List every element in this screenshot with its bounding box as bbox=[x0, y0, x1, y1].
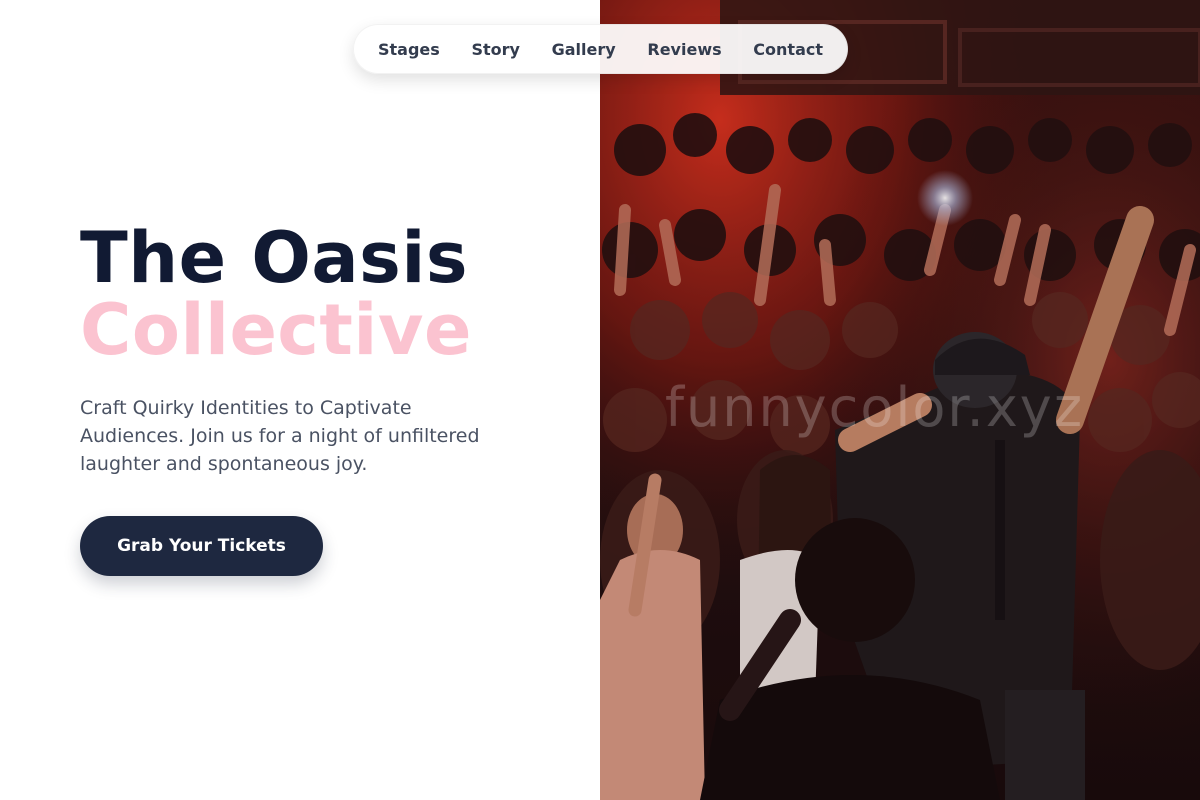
watermark-text: funnycolor.xyz bbox=[665, 376, 1085, 439]
nav-item-gallery[interactable]: Gallery bbox=[552, 40, 616, 59]
hero-title-line1: The Oasis bbox=[80, 217, 468, 299]
hero-title-line2: Collective bbox=[80, 289, 472, 371]
hero-text-block: The Oasis Collective Craft Quirky Identi… bbox=[80, 222, 560, 478]
grab-tickets-button[interactable]: Grab Your Tickets bbox=[80, 516, 323, 576]
nav-item-contact[interactable]: Contact bbox=[753, 40, 823, 59]
hero-subtitle: Craft Quirky Identities to Captivate Aud… bbox=[80, 397, 480, 475]
hero-left-panel: The Oasis Collective Craft Quirky Identi… bbox=[0, 0, 600, 800]
nav-item-reviews[interactable]: Reviews bbox=[647, 40, 721, 59]
nav-item-stages[interactable]: Stages bbox=[378, 40, 440, 59]
nav-item-story[interactable]: Story bbox=[471, 40, 519, 59]
top-nav: Stages Story Gallery Reviews Contact bbox=[353, 24, 848, 74]
hero-title: The Oasis Collective bbox=[80, 222, 560, 366]
